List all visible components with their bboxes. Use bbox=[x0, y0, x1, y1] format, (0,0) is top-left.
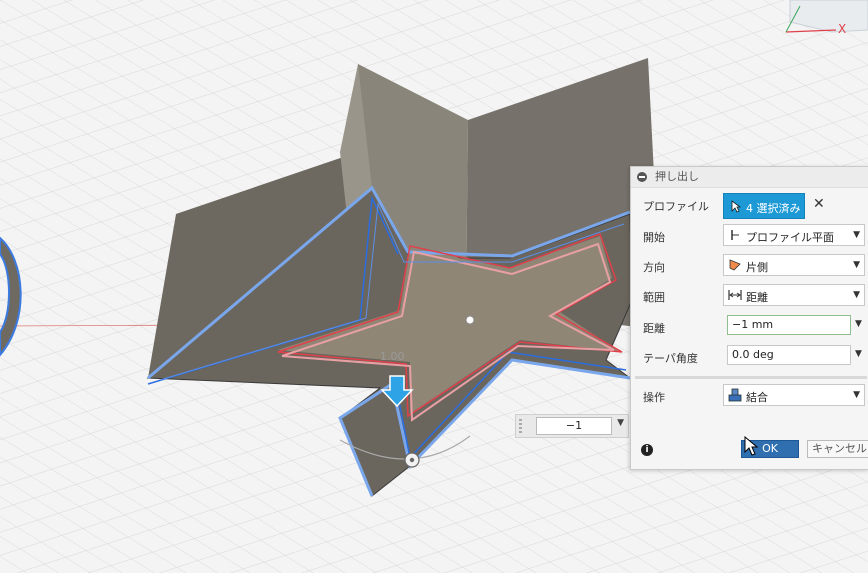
chevron-down-icon[interactable]: ▼ bbox=[617, 418, 624, 428]
collapse-icon[interactable] bbox=[637, 172, 647, 182]
chevron-down-icon: ▼ bbox=[853, 230, 860, 240]
distance-label: 距離 bbox=[643, 322, 665, 335]
clear-selection-icon[interactable]: ✕ bbox=[813, 196, 825, 212]
start-select[interactable]: プロファイル平面 ▼ bbox=[723, 224, 865, 246]
profile-selection-button[interactable]: 4 選択済み bbox=[723, 193, 805, 219]
profile-plane-icon bbox=[731, 230, 739, 240]
row-direction: 方向 片側 ▼ bbox=[631, 254, 868, 278]
taper-angle-input[interactable]: 0.0 deg bbox=[727, 345, 851, 365]
extent-value: 距離 bbox=[746, 291, 768, 304]
x-axis-label: X bbox=[838, 22, 847, 36]
center-point bbox=[465, 315, 475, 325]
dialog-separator bbox=[635, 376, 867, 379]
operation-value: 結合 bbox=[746, 391, 768, 404]
profile-selection-label: 4 選択済み bbox=[746, 202, 801, 215]
mouse-cursor-icon bbox=[744, 436, 758, 456]
operation-select[interactable]: 結合 ▼ bbox=[723, 384, 865, 406]
distance-extent-icon bbox=[728, 290, 742, 300]
chevron-down-icon: ▼ bbox=[853, 290, 860, 300]
start-value: プロファイル平面 bbox=[746, 231, 834, 244]
one-side-direction-icon bbox=[729, 259, 741, 271]
pointer-icon bbox=[731, 200, 741, 213]
row-operation: 操作 結合 ▼ bbox=[631, 384, 868, 408]
join-operation-icon bbox=[728, 388, 742, 402]
cancel-button[interactable]: キャンセル bbox=[807, 440, 868, 458]
extent-select[interactable]: 距離 ▼ bbox=[723, 284, 865, 306]
row-extent: 範囲 距離 ▼ bbox=[631, 284, 868, 308]
distance-input[interactable]: −1 mm bbox=[727, 315, 851, 335]
floating-distance-value[interactable]: −1 bbox=[536, 417, 612, 435]
floating-distance-input[interactable]: −1 ▼ bbox=[515, 414, 629, 438]
start-label: 開始 bbox=[643, 231, 665, 244]
extent-label: 範囲 bbox=[643, 291, 665, 304]
direction-value: 片側 bbox=[746, 261, 768, 274]
dialog-title: 押し出し bbox=[655, 170, 699, 183]
direction-label: 方向 bbox=[643, 261, 665, 274]
taper-label: テーパ角度 bbox=[643, 352, 698, 365]
chevron-down-icon[interactable]: ▼ bbox=[855, 319, 862, 329]
row-distance: 距離 −1 mm ▼ bbox=[631, 315, 868, 339]
profile-label: プロファイル bbox=[643, 200, 709, 213]
row-start: 開始 プロファイル平面 ▼ bbox=[631, 224, 868, 248]
chevron-down-icon: ▼ bbox=[853, 260, 860, 270]
direction-select[interactable]: 片側 ▼ bbox=[723, 254, 865, 276]
dialog-header[interactable]: 押し出し bbox=[631, 167, 868, 188]
extrude-dialog: 押し出し プロファイル 4 選択済み ✕ 開始 プロファイル平面 ▼ 方向 片側… bbox=[630, 166, 868, 470]
chevron-down-icon[interactable]: ▼ bbox=[855, 349, 862, 359]
rotate-handle-dot bbox=[409, 457, 415, 463]
dimension-tag: 1.00 bbox=[380, 350, 405, 363]
chevron-down-icon: ▼ bbox=[853, 390, 860, 400]
row-taper: テーパ角度 0.0 deg ▼ bbox=[631, 345, 868, 369]
info-icon[interactable]: i bbox=[641, 444, 653, 456]
row-profile: プロファイル 4 選択済み ✕ bbox=[631, 193, 868, 219]
operation-label: 操作 bbox=[643, 391, 665, 404]
drag-grip[interactable] bbox=[519, 419, 522, 433]
